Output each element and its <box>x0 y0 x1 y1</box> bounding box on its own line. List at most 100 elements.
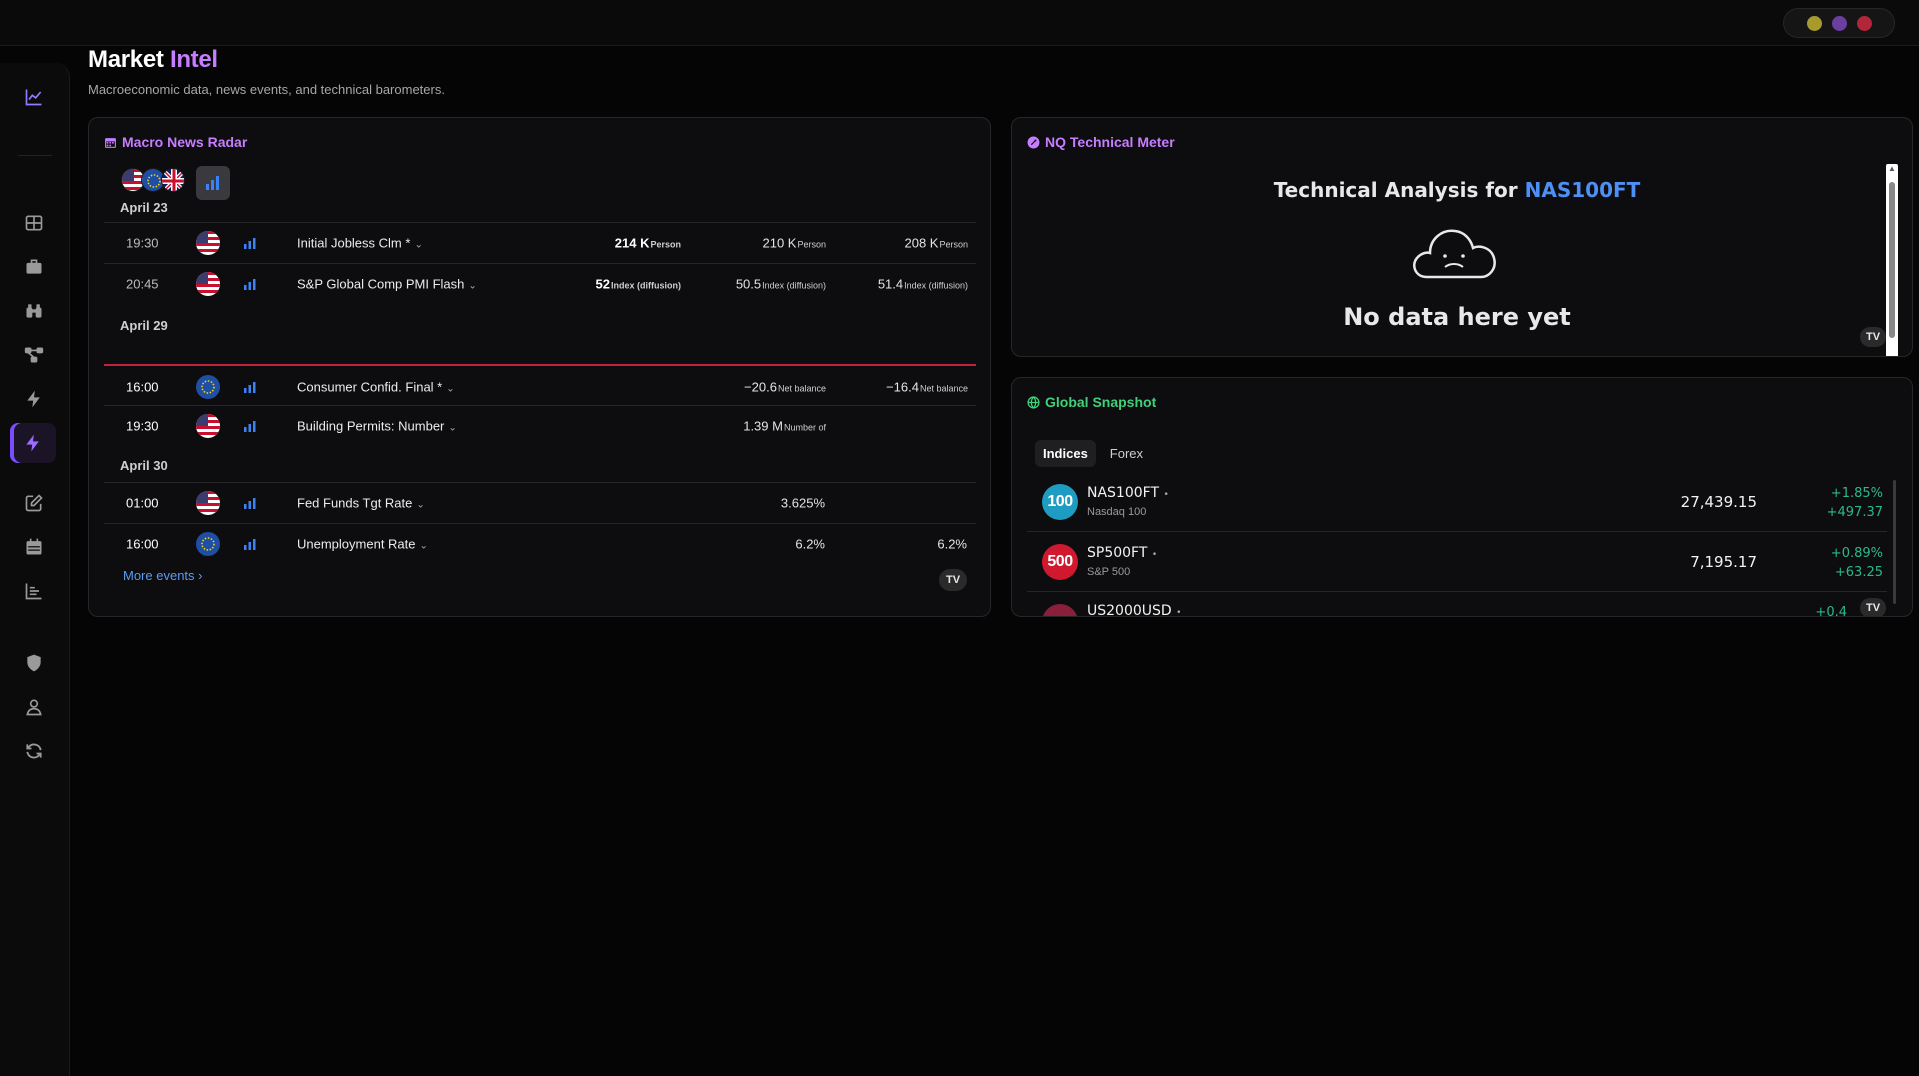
event-forecast: 1.39 MNumber of <box>743 418 826 434</box>
close-button[interactable] <box>1856 15 1872 31</box>
macro-card-title: Macro News Radar <box>104 134 247 150</box>
symbol-name: US2000USD • <box>1087 603 1182 617</box>
snapshot-card-title: Global Snapshot <box>1027 394 1156 410</box>
symbol-row[interactable]: US2000USD • +0.4 <box>1027 592 1887 617</box>
global-snapshot-card: Global Snapshot Indices Forex 100 NAS100… <box>1011 377 1913 617</box>
minimize-button[interactable] <box>1806 15 1822 31</box>
briefcase-icon <box>26 259 42 274</box>
event-prior: 6.2% <box>937 536 967 552</box>
impact-icon <box>244 539 256 550</box>
tab-forex[interactable]: Forex <box>1102 440 1151 467</box>
sidebar-item-scanner[interactable] <box>14 291 54 331</box>
event-name[interactable]: Building Permits: Number ⌄ <box>297 419 457 434</box>
binoculars-icon <box>26 304 42 318</box>
symbol-price: 27,439.15 <box>1680 493 1757 511</box>
event-name[interactable]: Fed Funds Tgt Rate ⌄ <box>297 496 425 511</box>
event-name[interactable]: Initial Jobless Clm * ⌄ <box>297 236 423 251</box>
technical-scrollbar[interactable]: ▲ ▼ <box>1886 164 1898 356</box>
event-prior <box>967 496 968 511</box>
impact-filter-button[interactable] <box>196 166 230 200</box>
sidebar-item-sync[interactable] <box>14 731 54 771</box>
sidebar-item-security[interactable] <box>14 643 54 683</box>
no-data-message: No data here yet <box>1343 303 1571 331</box>
russell-logo-icon <box>1042 604 1078 616</box>
symbol-name: SP500FT • <box>1087 545 1158 561</box>
sidebar-item-portfolio[interactable] <box>14 247 54 287</box>
symbol-change: +0.4 <box>1815 605 1847 617</box>
sidebar-item-macro[interactable] <box>10 423 56 463</box>
event-name[interactable]: Consumer Confid. Final * ⌄ <box>297 380 455 395</box>
event-prior <box>967 419 968 434</box>
more-events-link[interactable]: More events › <box>123 568 203 583</box>
event-time: 20:45 <box>126 276 159 292</box>
gauge-icon <box>1027 136 1040 148</box>
event-row[interactable]: 16:00 Unemployment Rate ⌄ 6.2% 6.2% <box>104 524 976 564</box>
event-time: 19:30 <box>126 235 159 251</box>
event-time: 16:00 <box>126 536 159 552</box>
snapshot-scrollbar[interactable] <box>1893 480 1896 604</box>
chart-line-icon <box>25 89 42 106</box>
sidebar-item-account[interactable] <box>14 687 54 727</box>
tradingview-logo-icon[interactable]: TV <box>1860 598 1886 616</box>
us-flag-icon <box>196 272 220 296</box>
sidebar-item-journal[interactable] <box>14 483 54 523</box>
tradingview-logo-icon[interactable]: TV <box>1860 327 1886 347</box>
nasdaq-logo-icon: 100 <box>1042 484 1078 520</box>
sidebar-item-calendar[interactable] <box>14 527 54 567</box>
symbol-row[interactable]: 500 SP500FT • S&P 500 7,195.17 +0.89% +63… <box>1027 532 1887 592</box>
impact-icon <box>244 421 256 432</box>
sidebar-item-network[interactable] <box>14 335 54 375</box>
event-row[interactable]: 19:30 Building Permits: Number ⌄ 1.39 MNu… <box>104 406 976 446</box>
event-row[interactable]: 20:45 S&P Global Comp PMI Flash ⌄ 52Index… <box>104 264 976 304</box>
bolt-active-icon <box>26 434 39 452</box>
event-prior: 208 KPerson <box>904 235 968 251</box>
sidebar-item-market-intel[interactable] <box>14 77 54 117</box>
page-subtitle: Macroeconomic data, news events, and tec… <box>88 82 445 97</box>
event-actual <box>680 380 681 395</box>
impact-bars-icon <box>206 176 219 190</box>
tradingview-logo-icon[interactable]: TV <box>939 569 967 591</box>
technical-symbol-link[interactable]: NAS100FT <box>1525 178 1641 202</box>
event-forecast: 6.2% <box>795 536 825 552</box>
sidebar-item-signals[interactable] <box>14 379 54 419</box>
impact-icon <box>244 498 256 509</box>
country-filter[interactable] <box>121 168 185 192</box>
window-controls <box>1783 8 1895 38</box>
snapshot-tabs: Indices Forex <box>1035 440 1151 467</box>
impact-icon <box>244 279 256 290</box>
event-forecast: −20.6Net balance <box>744 379 826 395</box>
maximize-button[interactable] <box>1831 15 1847 31</box>
date-label: April 23 <box>120 200 168 215</box>
us-flag-icon <box>196 414 220 438</box>
event-row[interactable]: 16:00 Consumer Confid. Final * ⌄ −20.6Net… <box>104 367 976 407</box>
us-flag-icon <box>196 491 220 515</box>
event-row[interactable]: 19:30 Initial Jobless Clm * ⌄ 214 KPerson… <box>104 223 976 263</box>
sidebar <box>0 63 70 1076</box>
event-forecast: 3.625% <box>780 495 825 511</box>
event-actual <box>680 537 681 552</box>
grid-icon <box>25 215 43 231</box>
macro-news-radar-card: Macro News Radar April 23 19:30 Initial … <box>88 117 991 617</box>
eu-flag-icon <box>196 375 220 399</box>
us-flag-icon <box>196 231 220 255</box>
event-name[interactable]: Unemployment Rate ⌄ <box>297 537 428 552</box>
tab-indices[interactable]: Indices <box>1035 440 1096 467</box>
event-actual <box>680 496 681 511</box>
calendar-icon <box>26 538 42 555</box>
network-icon <box>24 347 44 363</box>
globe-icon <box>1027 395 1040 409</box>
event-row[interactable]: 01:00 Fed Funds Tgt Rate ⌄ 3.625% <box>104 483 976 523</box>
technical-meter-card: NQ Technical Meter Technical Analysis fo… <box>1011 117 1913 357</box>
symbol-change: +1.85% +497.37 <box>1826 486 1883 520</box>
event-name[interactable]: S&P Global Comp PMI Flash ⌄ <box>297 277 477 292</box>
title-bar <box>0 0 1919 46</box>
event-forecast: 210 KPerson <box>762 235 826 251</box>
symbol-change: +0.89% +63.25 <box>1830 546 1883 580</box>
uk-flag-icon[interactable] <box>161 168 185 192</box>
symbol-row[interactable]: 100 NAS100FT • Nasdaq 100 27,439.15 +1.8… <box>1027 472 1887 532</box>
sidebar-item-dashboard[interactable] <box>14 203 54 243</box>
user-icon <box>26 699 42 716</box>
sidebar-item-analytics[interactable] <box>14 571 54 611</box>
symbol-name: NAS100FT • <box>1087 485 1169 501</box>
event-actual: 52Index (diffusion) <box>595 276 681 292</box>
